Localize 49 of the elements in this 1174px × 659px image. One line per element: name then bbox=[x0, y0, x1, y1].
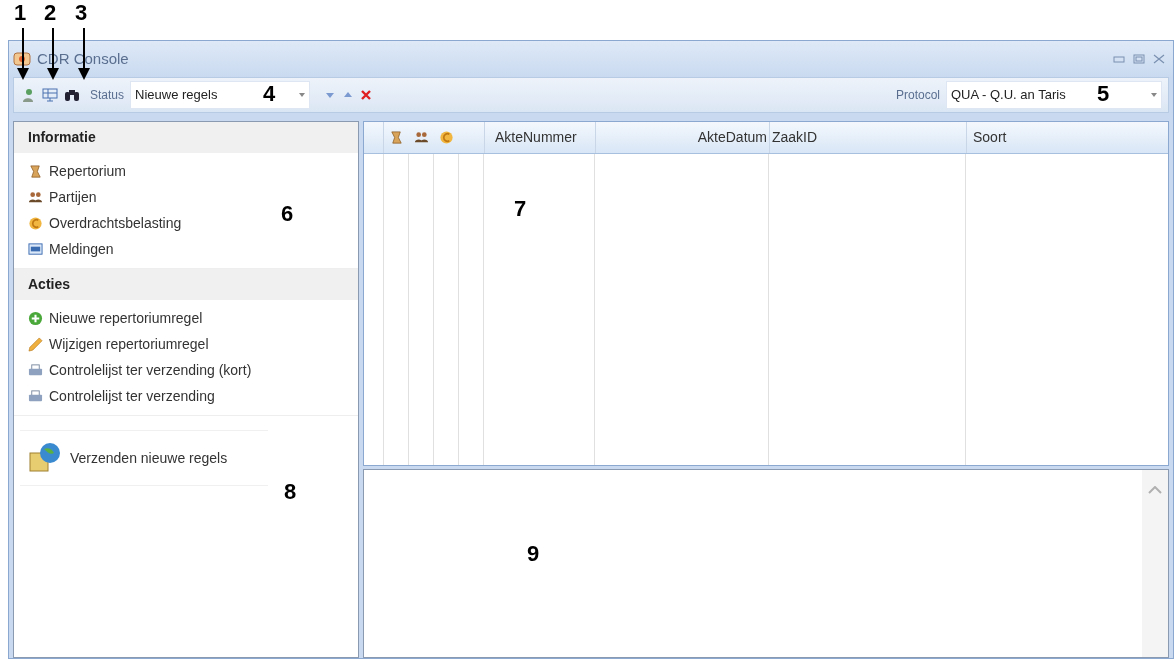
monitor-icon[interactable] bbox=[42, 87, 58, 103]
section-header: Acties bbox=[14, 269, 358, 300]
add-icon bbox=[28, 311, 43, 326]
column-header[interactable]: AkteDatum bbox=[595, 122, 769, 153]
printer-icon bbox=[28, 389, 43, 404]
sidebar-link[interactable]: Meldingen bbox=[28, 239, 114, 260]
protocol-label: Protocol bbox=[895, 87, 940, 104]
sidebar-link[interactable]: Controlelijst ter verzending bbox=[28, 386, 215, 407]
sidebar-link[interactable]: Partijen bbox=[28, 187, 97, 208]
column-header[interactable]: AkteNummer bbox=[484, 122, 595, 153]
callout-number: 8 bbox=[284, 481, 297, 503]
delete-icon[interactable] bbox=[360, 89, 373, 101]
callout-number: 4 bbox=[263, 83, 276, 105]
maximize-icon[interactable] bbox=[1133, 54, 1145, 64]
callout-number: 7 bbox=[514, 198, 527, 220]
globe-computer-icon bbox=[28, 441, 62, 475]
sidebar-link[interactable]: Overdrachtsbelasting bbox=[28, 213, 182, 234]
callout-number: 2 bbox=[44, 2, 57, 24]
arrow-down-icon[interactable] bbox=[324, 90, 337, 100]
message-icon bbox=[28, 242, 43, 257]
arrow-up-icon[interactable] bbox=[342, 90, 355, 100]
people-icon bbox=[414, 130, 429, 145]
dropdown-caret-icon bbox=[1151, 93, 1157, 97]
callout-number: 3 bbox=[75, 2, 88, 24]
callout-number: 5 bbox=[1097, 83, 1110, 105]
dropdown-caret-icon bbox=[299, 93, 306, 97]
sidebar-link[interactable]: Controlelijst ter verzending (kort) bbox=[28, 360, 252, 381]
coin-icon bbox=[28, 216, 43, 231]
coin-icon bbox=[439, 130, 454, 145]
sidebar-link[interactable]: Wijzigen repertoriumregel bbox=[28, 334, 209, 355]
column-header[interactable]: ZaakID bbox=[769, 122, 966, 153]
pencil-icon bbox=[28, 337, 43, 352]
people-icon bbox=[28, 190, 43, 205]
minimize-icon[interactable] bbox=[1113, 54, 1125, 64]
printer-icon bbox=[28, 363, 43, 378]
sidebar-link[interactable]: Repertorium bbox=[28, 161, 127, 182]
sidebar-link[interactable]: Nieuwe repertoriumregel bbox=[28, 308, 203, 329]
callout-number: 6 bbox=[281, 203, 294, 225]
pointer-arrow bbox=[17, 28, 29, 80]
callout-number: 1 bbox=[14, 2, 27, 24]
status-label: Status bbox=[90, 87, 125, 104]
send-button[interactable]: Verzenden nieuwe regels bbox=[20, 430, 268, 486]
scroll-up-icon[interactable] bbox=[1148, 486, 1162, 494]
close-icon[interactable] bbox=[1153, 54, 1165, 64]
section-header: Informatie bbox=[14, 122, 358, 153]
binoculars-icon[interactable] bbox=[64, 87, 80, 103]
callout-number: 9 bbox=[527, 543, 540, 565]
column-header[interactable]: Soort bbox=[966, 122, 1168, 153]
scrollbar[interactable] bbox=[1142, 470, 1168, 657]
